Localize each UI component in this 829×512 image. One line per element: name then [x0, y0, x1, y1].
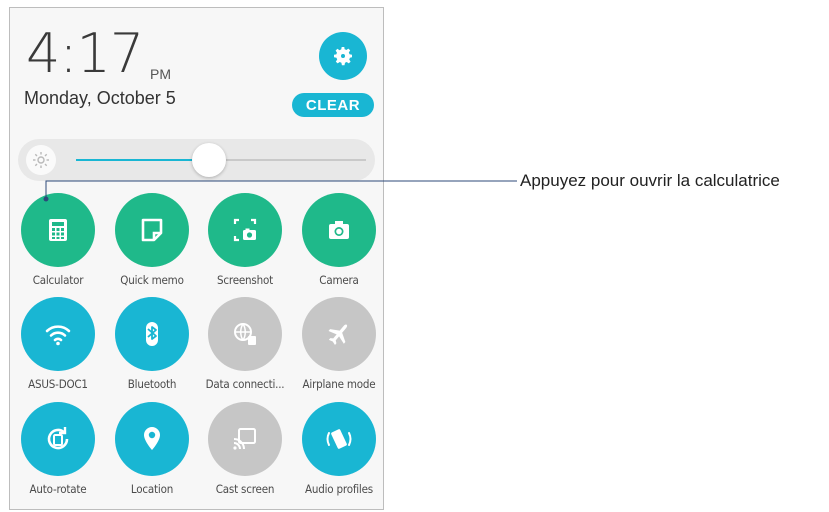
callout-label: Appuyez pour ouvrir la calculatrice [520, 171, 780, 190]
callout-leader-line [43, 180, 517, 202]
